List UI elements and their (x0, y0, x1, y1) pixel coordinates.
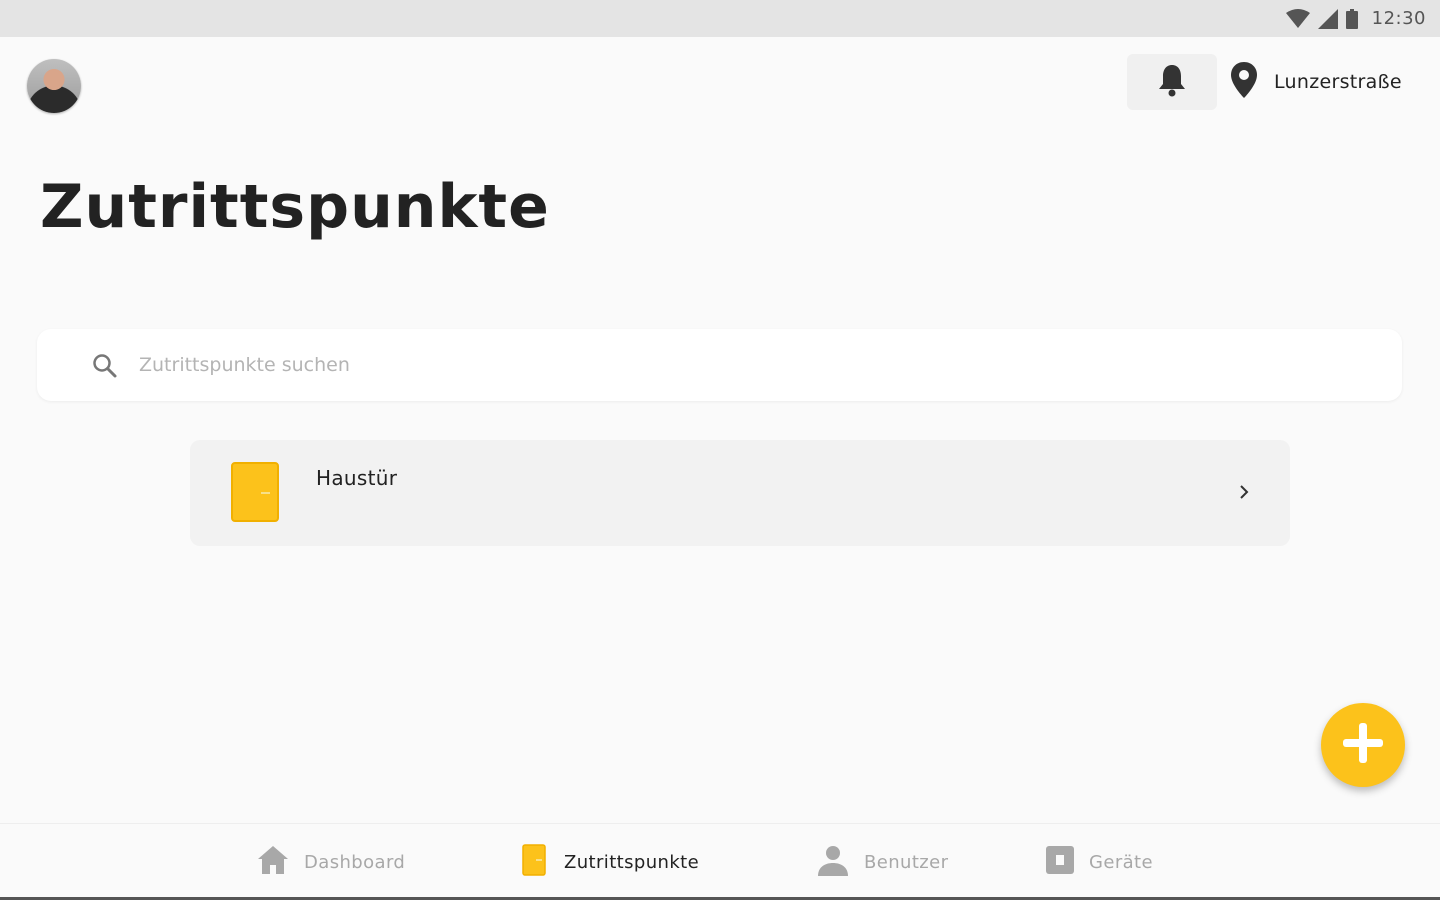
notifications-button[interactable] (1127, 54, 1217, 110)
location-pin-icon (1230, 61, 1258, 103)
bottom-navigation: Dashboard Zutrittspunkte Benutzer Geräte (0, 823, 1440, 900)
battery-icon (1345, 8, 1358, 29)
home-icon (256, 844, 290, 880)
add-access-point-button[interactable] (1321, 703, 1405, 787)
access-point-name: Haustür (316, 466, 398, 490)
search-input[interactable] (139, 354, 1339, 376)
nav-item-benutzer[interactable]: Benutzer (816, 840, 948, 884)
search-bar[interactable] (37, 329, 1402, 401)
wifi-icon (1285, 8, 1310, 29)
nav-item-zutrittspunkte[interactable]: Zutrittspunkte (520, 840, 699, 884)
person-icon (816, 843, 850, 881)
list-item[interactable]: Haustür (190, 440, 1290, 546)
nav-label-benutzer: Benutzer (864, 851, 949, 873)
search-icon (92, 353, 118, 383)
nav-label-geraete: Geräte (1089, 851, 1153, 873)
device-icon (1045, 845, 1075, 879)
nav-label-zutrittspunkte: Zutrittspunkte (564, 851, 700, 873)
nav-item-dashboard[interactable]: Dashboard (256, 840, 405, 884)
door-icon (230, 461, 280, 527)
location-label: Lunzerstraße (1274, 71, 1402, 93)
plus-icon (1341, 721, 1385, 769)
location-selector[interactable]: Lunzerstraße (1230, 62, 1402, 102)
status-time: 12:30 (1371, 8, 1426, 29)
signal-icon (1317, 8, 1338, 29)
bell-icon (1157, 63, 1187, 101)
page-title: Zutrittspunkte (40, 172, 550, 242)
nav-item-geraete[interactable]: Geräte (1045, 840, 1153, 884)
chevron-right-icon (1238, 484, 1250, 504)
nav-label-dashboard: Dashboard (304, 851, 406, 873)
avatar[interactable] (27, 59, 81, 113)
status-bar: 12:30 (0, 0, 1440, 37)
door-icon (520, 843, 550, 881)
